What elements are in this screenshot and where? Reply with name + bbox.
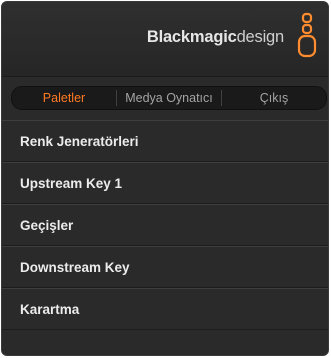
palette-item-fade-to-black[interactable]: Karartma [2, 288, 328, 330]
tab-bar: Paletler Medya Oynatıcı Çıkış [11, 86, 327, 110]
brand-name-part2: design [236, 28, 285, 46]
panel-header: Blackmagicdesign [2, 2, 328, 77]
brand-name-part1: Blackmagic [146, 28, 237, 46]
palettes-panel: Blackmagicdesign Paletler Medya Oynatıcı… [1, 1, 329, 356]
palette-item-upstream-key-1[interactable]: Upstream Key 1 [2, 162, 328, 204]
palette-item-transitions[interactable]: Geçişler [2, 204, 328, 246]
brand-logo-text: Blackmagicdesign [147, 28, 284, 47]
palette-list: Renk Jeneratörleri Upstream Key 1 Geçişl… [2, 120, 328, 330]
tab-media-player[interactable]: Medya Oynatıcı [117, 87, 221, 109]
palette-item-downstream-key[interactable]: Downstream Key [2, 246, 328, 288]
tab-palettes[interactable]: Paletler [12, 87, 116, 109]
blackmagic-logo-icon [297, 12, 317, 58]
tab-output[interactable]: Çıkış [222, 87, 326, 109]
palette-item-color-generators[interactable]: Renk Jeneratörleri [2, 120, 328, 162]
